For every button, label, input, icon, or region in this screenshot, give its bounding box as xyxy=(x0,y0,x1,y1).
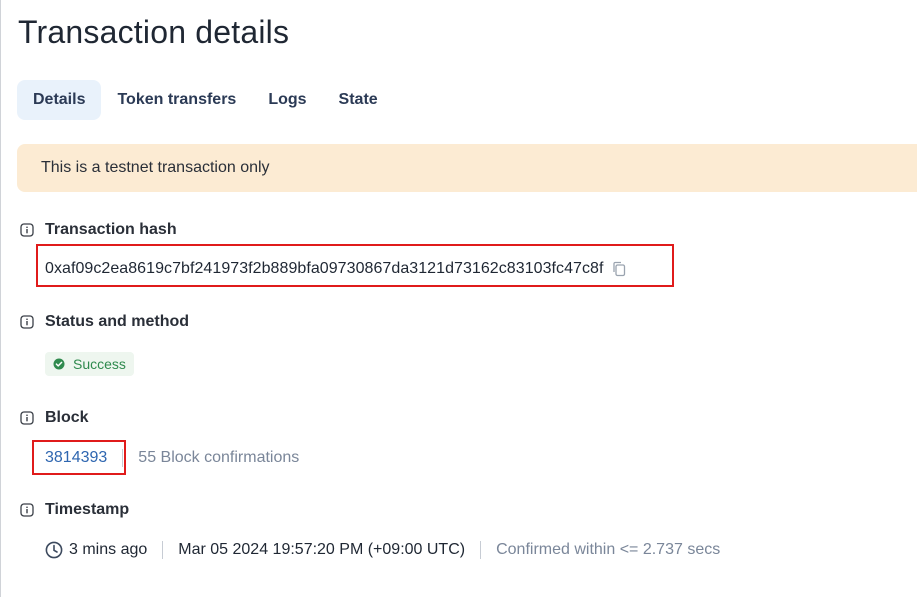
testnet-banner: This is a testnet transaction only xyxy=(17,144,917,192)
status-badge: Success xyxy=(45,352,134,376)
status-label: Status and method xyxy=(45,313,190,330)
info-icon[interactable] xyxy=(20,503,34,517)
clock-icon xyxy=(45,541,63,559)
divider xyxy=(480,541,482,559)
tab-logs[interactable]: Logs xyxy=(252,80,322,120)
left-border xyxy=(0,0,1,597)
check-circle-icon xyxy=(53,358,65,370)
timestamp-label-row: Timestamp xyxy=(20,501,129,519)
divider xyxy=(162,541,164,559)
timestamp-confirmed: Confirmed within <= 2.737 secs xyxy=(496,541,721,558)
info-icon[interactable] xyxy=(20,315,34,329)
block-confirmations: 55 Block confirmations xyxy=(138,449,300,466)
transaction-hash-label-row: Transaction hash xyxy=(20,221,177,239)
block-highlight-box xyxy=(32,440,126,475)
page-title: Transaction details xyxy=(18,14,290,50)
tab-token-transfers[interactable]: Token transfers xyxy=(101,80,252,120)
info-icon[interactable] xyxy=(20,223,34,237)
timestamp-absolute: Mar 05 2024 19:57:20 PM (+09:00 UTC) xyxy=(178,541,466,558)
block-label-row: Block xyxy=(20,409,89,427)
status-label-row: Status and method xyxy=(20,313,189,331)
status-row: Success xyxy=(45,352,134,376)
transaction-hash-label: Transaction hash xyxy=(45,221,177,238)
timestamp-label: Timestamp xyxy=(45,501,130,518)
hash-highlight-box xyxy=(36,244,674,287)
tab-state[interactable]: State xyxy=(323,80,394,120)
info-icon[interactable] xyxy=(20,411,34,425)
timestamp-row: 3 mins ago Mar 05 2024 19:57:20 PM (+09:… xyxy=(45,541,720,559)
tab-details[interactable]: Details xyxy=(17,80,102,120)
timestamp-relative: 3 mins ago xyxy=(69,541,148,558)
status-value: Success xyxy=(73,356,126,372)
block-label: Block xyxy=(45,409,89,426)
tab-bar: Details Token transfers Logs State xyxy=(17,80,394,120)
